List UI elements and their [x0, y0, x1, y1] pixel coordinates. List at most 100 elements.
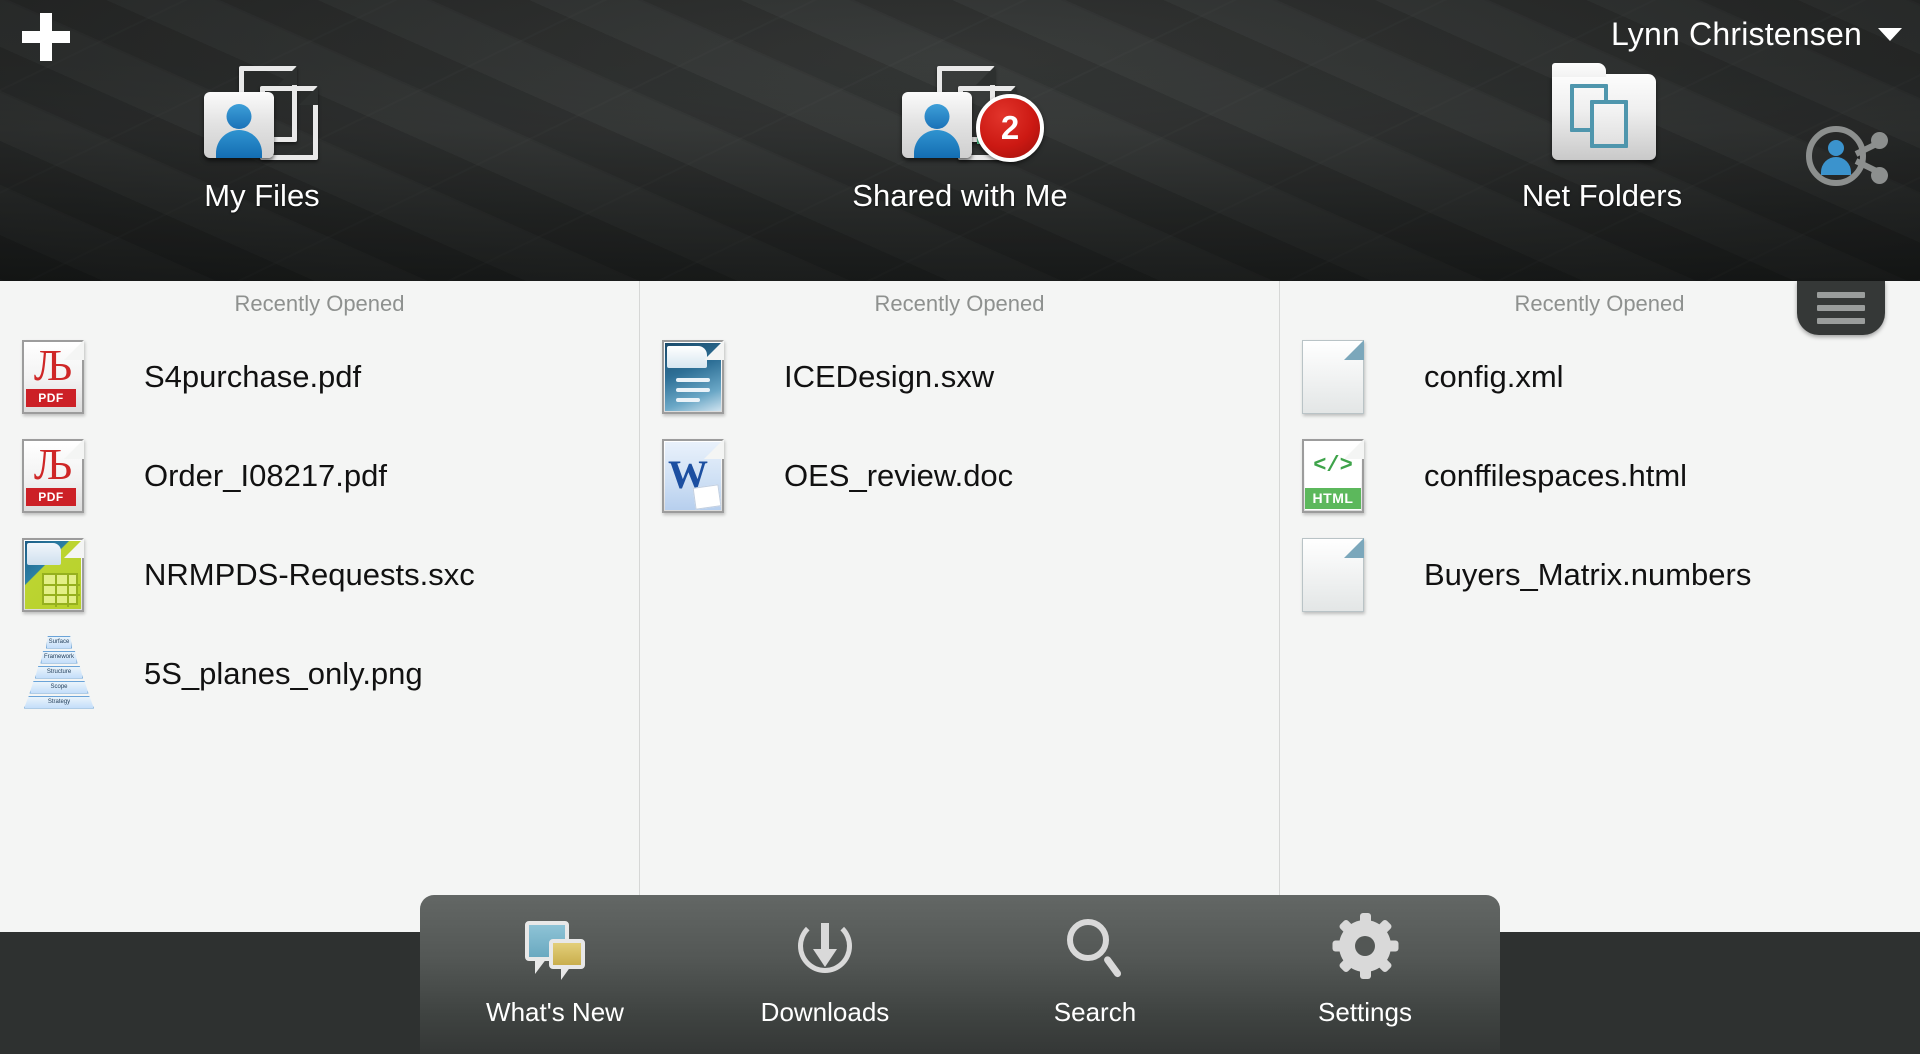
- word-page-shape: [692, 483, 722, 510]
- share-person-head: [1828, 140, 1844, 156]
- share-node-lower: [1871, 167, 1888, 184]
- plus-icon-vertical: [40, 13, 52, 61]
- toolbar-item-downloads[interactable]: Downloads: [705, 917, 945, 1028]
- share-node-upper: [1871, 132, 1888, 149]
- speech-bubble-secondary: [549, 939, 585, 980]
- share-people-network-icon[interactable]: [1806, 126, 1888, 188]
- pdf-glyph: Љ: [33, 340, 73, 390]
- file-name: Order_I08217.pdf: [144, 457, 388, 493]
- speech-bubbles-icon: [519, 917, 591, 983]
- list-item[interactable]: Buyers_Matrix.numbers: [1280, 525, 1919, 624]
- file-name: Buyers_Matrix.numbers: [1424, 556, 1752, 592]
- generic-file-icon: [1302, 537, 1364, 612]
- hamburger-line: [1817, 318, 1865, 324]
- tab-shared-with-me[interactable]: 2 Shared with Me: [810, 60, 1110, 214]
- toolbar-label: Downloads: [760, 997, 890, 1027]
- magnifier-icon: [1059, 917, 1131, 983]
- download-arrow-icon: [789, 917, 861, 983]
- gear-hole: [1355, 936, 1375, 956]
- file-list: Љ PDF S4purchase.pdf Љ PDF Order_I08217.…: [0, 317, 639, 723]
- toolbar-label: What's New: [486, 997, 624, 1027]
- folder-shape: [1552, 63, 1656, 160]
- list-item[interactable]: Љ PDF S4purchase.pdf: [0, 327, 639, 426]
- user-menu[interactable]: Lynn Christensen: [1611, 10, 1902, 58]
- file-list: config.xml </> HTML conffilespaces.html: [1280, 317, 1919, 624]
- pyramid-level: Scope: [29, 680, 89, 694]
- tab-label-net-folders: Net Folders: [1521, 178, 1683, 213]
- section-label: Recently Opened: [874, 291, 1045, 316]
- hamburger-menu-icon[interactable]: [1797, 281, 1885, 335]
- list-item[interactable]: config.xml: [1280, 327, 1919, 426]
- toolbar-item-whats-new[interactable]: What's New: [435, 917, 675, 1028]
- pdf-file-icon: Љ PDF: [22, 438, 84, 513]
- tab-net-folders[interactable]: Net Folders: [1452, 60, 1752, 214]
- avatar: [902, 92, 972, 158]
- add-button[interactable]: [14, 6, 78, 68]
- file-name: config.xml: [1424, 358, 1564, 394]
- calc-grid-shape: [42, 572, 80, 607]
- avatar-head: [924, 104, 950, 129]
- file-name: ICEDesign.sxw: [784, 358, 995, 394]
- list-item[interactable]: NRMPDS-Requests.sxc: [0, 525, 639, 624]
- file-corner-fold: [64, 537, 84, 558]
- bottom-toolbar: What's New Downloads Search Settings: [420, 895, 1500, 1054]
- app-root: Lynn Christensen My Files 2 Shared with …: [0, 0, 1920, 1054]
- html-file-icon: </> HTML: [1302, 438, 1364, 513]
- toolbar-label: Search: [1053, 997, 1137, 1027]
- image-thumbnail-pyramid: Surface Framework Structure Scope Strategy: [22, 635, 96, 712]
- html-tag: HTML: [1305, 487, 1361, 509]
- column-shared-with-me: Recently Opened ICEDesign.sxw W OES_revi…: [639, 281, 1280, 932]
- network-folder-icon: [1542, 60, 1662, 164]
- pdf-file-icon: Љ PDF: [22, 339, 84, 414]
- chevron-down-icon: [1878, 27, 1902, 41]
- avatar: [204, 92, 274, 158]
- pyramid-level: Surface: [46, 635, 72, 649]
- tab-my-files[interactable]: My Files: [112, 60, 412, 214]
- hamburger-line: [1817, 292, 1865, 298]
- list-item[interactable]: Surface Framework Structure Scope Strategy 5…: [0, 624, 639, 723]
- list-item[interactable]: W OES_review.doc: [640, 426, 1279, 525]
- content-area: Recently Opened Љ PDF S4purchase.pdf Љ P…: [0, 281, 1920, 932]
- avatar-head: [226, 104, 252, 129]
- toolbar-label: Settings: [1318, 997, 1412, 1027]
- file-name: S4purchase.pdf: [144, 358, 362, 394]
- pdf-tag: PDF: [26, 487, 76, 506]
- toolbar-item-search[interactable]: Search: [975, 917, 1215, 1028]
- pdf-tag: PDF: [26, 388, 76, 407]
- pyramid-level: Strategy: [24, 695, 94, 709]
- word-document-file-icon: W: [662, 438, 724, 513]
- pyramid-level: Structure: [35, 665, 83, 679]
- gear-shape: [1332, 913, 1399, 979]
- file-corner-fold: [704, 339, 724, 360]
- file-corner-fold: [704, 438, 724, 459]
- generic-file-icon: [1302, 339, 1364, 414]
- file-name: NRMPDS-Requests.sxc: [144, 556, 475, 592]
- file-name: conffilespaces.html: [1424, 457, 1688, 493]
- header-tabs: My Files 2 Shared with Me Net Folders: [0, 60, 1920, 250]
- tab-label-my-files: My Files: [204, 178, 320, 213]
- column-net-folders: Recently Opened config.xml </> HTML conf…: [1280, 281, 1919, 932]
- calc-book-shape: [27, 542, 61, 565]
- people-documents-icon: [202, 60, 322, 164]
- hamburger-line: [1817, 305, 1865, 311]
- gear-icon: [1329, 913, 1401, 983]
- toolbar-item-settings[interactable]: Settings: [1245, 913, 1485, 1028]
- file-corner-fold: [1344, 339, 1364, 360]
- avatar-body: [216, 130, 262, 158]
- file-name: OES_review.doc: [784, 457, 1014, 493]
- writer-book-shape: [667, 345, 707, 368]
- file-list: ICEDesign.sxw W OES_review.doc: [640, 317, 1279, 525]
- file-name: 5S_planes_only.png: [144, 655, 423, 691]
- writer-document-file-icon: [662, 339, 724, 414]
- magnifier-lens: [1067, 919, 1109, 961]
- user-name-label: Lynn Christensen: [1610, 15, 1862, 52]
- magnifier-handle: [1102, 954, 1123, 979]
- list-item[interactable]: ICEDesign.sxw: [640, 327, 1279, 426]
- shared-documents-icon: 2: [900, 60, 1044, 164]
- list-item[interactable]: </> HTML conffilespaces.html: [1280, 426, 1919, 525]
- section-label: Recently Opened: [234, 291, 405, 316]
- column-my-files: Recently Opened Љ PDF S4purchase.pdf Љ P…: [0, 281, 639, 932]
- folder-tab: [1552, 63, 1606, 77]
- list-item[interactable]: Љ PDF Order_I08217.pdf: [0, 426, 639, 525]
- app-header: Lynn Christensen My Files 2 Shared with …: [0, 0, 1920, 281]
